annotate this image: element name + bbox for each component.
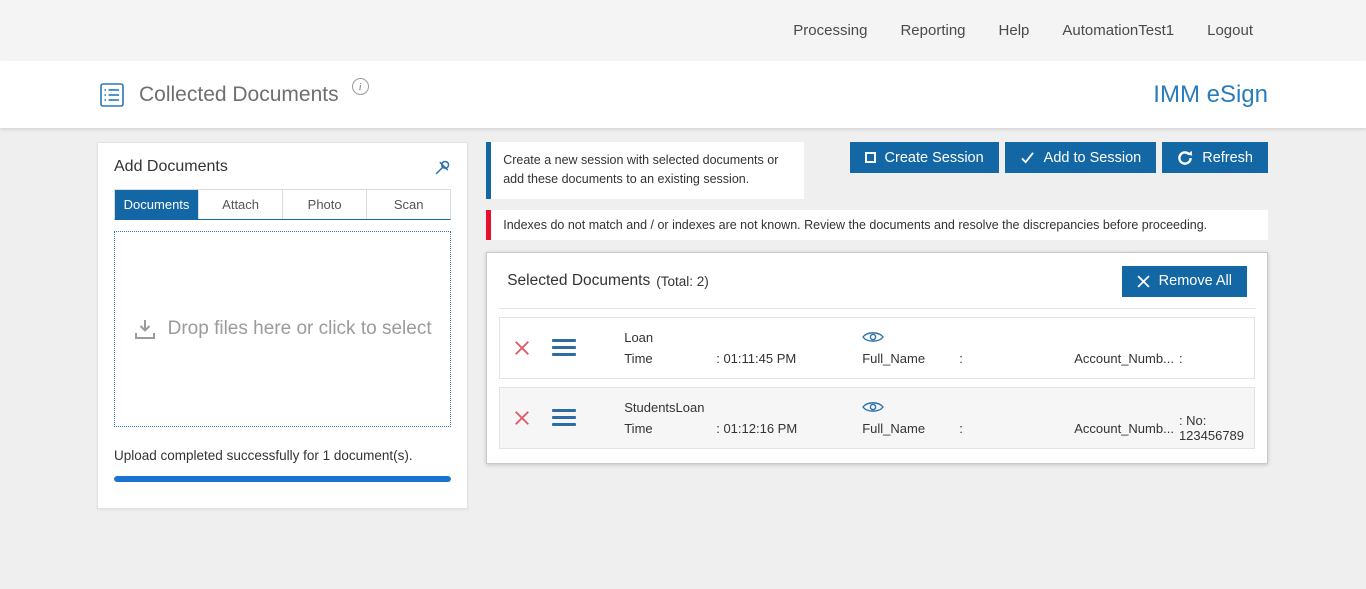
tab-documents[interactable]: Documents bbox=[115, 190, 198, 219]
close-icon bbox=[1137, 275, 1150, 288]
preview-eye-icon[interactable] bbox=[862, 400, 884, 414]
time-label: Time bbox=[624, 421, 716, 436]
time-label: Time bbox=[624, 351, 716, 366]
full-name-value: : bbox=[959, 421, 963, 436]
index-mismatch-alert: Indexes do not match and / or indexes ar… bbox=[486, 210, 1268, 240]
document-row: StudentsLoan Time : 01:12:16 PM bbox=[499, 387, 1255, 449]
nav-help[interactable]: Help bbox=[999, 22, 1030, 39]
document-row: Loan Time : 01:11:45 PM bbox=[499, 317, 1255, 379]
remove-document-icon[interactable] bbox=[514, 340, 552, 356]
upload-icon bbox=[134, 319, 156, 340]
upload-progress bbox=[114, 476, 451, 482]
full-name-label: Full_Name bbox=[862, 421, 959, 436]
account-label: Account_Numb... bbox=[1074, 421, 1174, 436]
brand-logo: IMM eSign bbox=[1153, 81, 1268, 109]
refresh-button[interactable]: Refresh bbox=[1162, 142, 1268, 173]
nav-processing[interactable]: Processing bbox=[793, 22, 867, 39]
tab-scan[interactable]: Scan bbox=[366, 190, 450, 219]
session-column: Create a new session with selected docum… bbox=[486, 142, 1268, 464]
tab-attach[interactable]: Attach bbox=[198, 190, 282, 219]
document-name: StudentsLoan bbox=[624, 397, 862, 418]
info-icon[interactable]: i bbox=[352, 78, 369, 95]
document-name: Loan bbox=[624, 327, 862, 348]
checkmark-icon bbox=[1020, 151, 1035, 164]
selected-documents-header: Selected Documents (Total: 2) Remove All bbox=[499, 263, 1255, 309]
add-documents-tabs: Documents Attach Photo Scan bbox=[114, 189, 451, 220]
preview-eye-icon[interactable] bbox=[862, 330, 884, 344]
nav-reporting[interactable]: Reporting bbox=[900, 22, 965, 39]
account-value: : No: 123456789 bbox=[1179, 413, 1244, 443]
full-name-label: Full_Name bbox=[862, 351, 959, 366]
page-title: Collected Documents bbox=[139, 83, 339, 107]
time-value: : 01:12:16 PM bbox=[716, 421, 797, 436]
time-value: : 01:11:45 PM bbox=[716, 351, 796, 366]
refresh-icon bbox=[1177, 150, 1193, 166]
top-nav: Processing Reporting Help AutomationTest… bbox=[0, 0, 1366, 61]
remove-all-button[interactable]: Remove All bbox=[1122, 266, 1247, 297]
tab-photo[interactable]: Photo bbox=[282, 190, 366, 219]
drag-handle-icon[interactable] bbox=[552, 409, 598, 426]
add-documents-title: Add Documents bbox=[114, 158, 228, 176]
dropzone-text: Drop files here or click to select bbox=[168, 318, 432, 340]
nav-logout[interactable]: Logout bbox=[1207, 22, 1253, 39]
account-value: : bbox=[1179, 351, 1183, 366]
collected-documents-icon bbox=[99, 82, 125, 108]
session-info-box: Create a new session with selected docum… bbox=[486, 142, 804, 199]
main-content: Add Documents Documents Attach Photo Sca… bbox=[0, 128, 1366, 509]
session-info-text: Create a new session with selected docum… bbox=[503, 153, 778, 186]
add-documents-panel: Add Documents Documents Attach Photo Sca… bbox=[97, 142, 468, 509]
full-name-value: : bbox=[959, 351, 963, 366]
alert-text: Indexes do not match and / or indexes ar… bbox=[503, 218, 1207, 232]
drag-handle-icon[interactable] bbox=[552, 339, 598, 356]
pin-icon[interactable] bbox=[434, 159, 451, 176]
account-label: Account_Numb... bbox=[1074, 351, 1174, 366]
selected-documents-total: (Total: 2) bbox=[656, 274, 709, 289]
file-dropzone[interactable]: Drop files here or click to select bbox=[114, 231, 451, 427]
selected-documents-panel: Selected Documents (Total: 2) Remove All bbox=[486, 252, 1268, 464]
remove-document-icon[interactable] bbox=[514, 410, 552, 426]
session-actions: Create Session Add to Session bbox=[850, 142, 1268, 173]
create-session-icon bbox=[865, 152, 876, 163]
create-session-button[interactable]: Create Session bbox=[850, 142, 999, 173]
upload-progress-bar bbox=[114, 476, 451, 482]
page-header: Collected Documents i IMM eSign bbox=[0, 61, 1366, 128]
selected-documents-title: Selected Documents bbox=[507, 272, 650, 290]
add-to-session-button[interactable]: Add to Session bbox=[1005, 142, 1157, 173]
upload-status-text: Upload completed successfully for 1 docu… bbox=[114, 448, 451, 463]
nav-user[interactable]: AutomationTest1 bbox=[1062, 22, 1174, 39]
